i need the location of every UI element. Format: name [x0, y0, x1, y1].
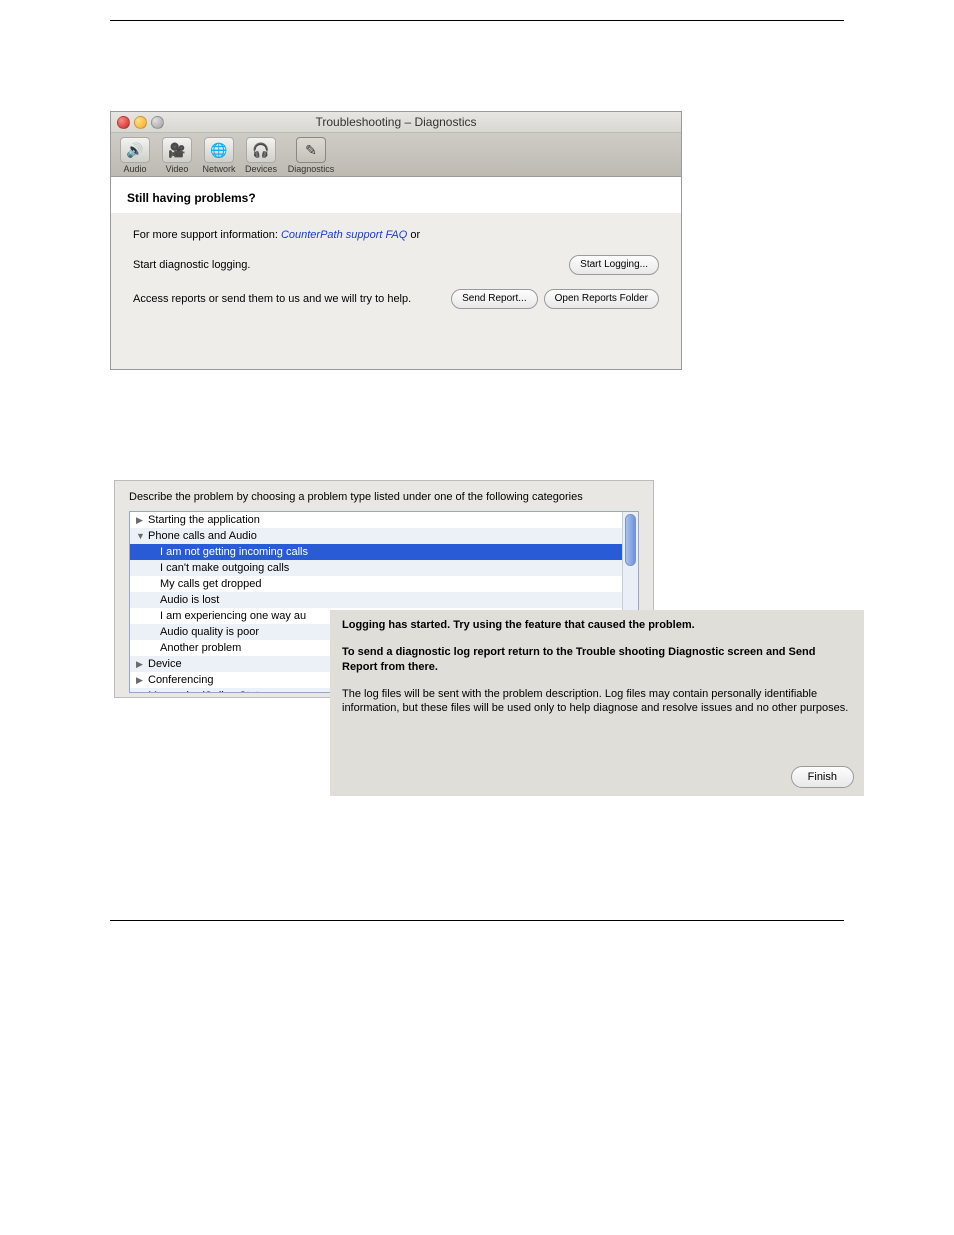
- tree-starting-label: Starting the application: [148, 512, 260, 528]
- send-report-button[interactable]: Send Report...: [451, 289, 537, 309]
- tab-network-label: Network: [199, 164, 239, 174]
- tree-starting-application[interactable]: ▶ Starting the application: [130, 512, 638, 528]
- start-logging-button[interactable]: Start Logging...: [569, 255, 659, 275]
- tree-item-calls-dropped[interactable]: My calls get dropped: [130, 576, 638, 592]
- support-line: For more support information: CounterPat…: [133, 229, 659, 241]
- logging-started-line2: To send a diagnostic log report return t…: [342, 645, 852, 675]
- network-icon: 🌐: [204, 137, 234, 163]
- tree-msg-label: Messaging/Online Status: [148, 688, 270, 693]
- tab-video[interactable]: 🎥 Video: [157, 137, 197, 174]
- tree-item-no-incoming-label: I am not getting incoming calls: [160, 544, 308, 560]
- diagnostics-icon: ✎: [296, 137, 326, 163]
- page-top-rule: [110, 20, 844, 21]
- tree-item-no-incoming[interactable]: I am not getting incoming calls: [130, 544, 638, 560]
- tree-device-label: Device: [148, 656, 182, 672]
- tab-devices-label: Devices: [241, 164, 281, 174]
- tree-item-no-outgoing[interactable]: I can't make outgoing calls: [130, 560, 638, 576]
- troubleshooting-window: Troubleshooting – Diagnostics 🔊 Audio 🎥 …: [110, 111, 682, 370]
- chevron-right-icon: ▶: [136, 656, 146, 672]
- tab-network[interactable]: 🌐 Network: [199, 137, 239, 174]
- tree-item-one-way-audio-label: I am experiencing one way au: [160, 608, 306, 624]
- tree-item-another-label: Another problem: [160, 640, 241, 656]
- tab-devices[interactable]: 🎧 Devices: [241, 137, 281, 174]
- tree-item-audio-lost[interactable]: Audio is lost: [130, 592, 638, 608]
- tree-phone-label: Phone calls and Audio: [148, 528, 257, 544]
- tab-video-label: Video: [157, 164, 197, 174]
- chevron-right-icon: ▶: [136, 672, 146, 688]
- zoom-icon[interactable]: [151, 116, 164, 129]
- close-icon[interactable]: [117, 116, 130, 129]
- tree-item-audio-quality-label: Audio quality is poor: [160, 624, 259, 640]
- chevron-down-icon: ▼: [136, 528, 146, 544]
- window-title: Troubleshooting – Diagnostics: [111, 115, 681, 129]
- tab-diagnostics-label: Diagnostics: [283, 164, 339, 174]
- logging-started-panel: Logging has started. Try using the featu…: [330, 610, 864, 796]
- popup-instruction: Describe the problem by choosing a probl…: [129, 491, 639, 503]
- devices-icon: 🎧: [246, 137, 276, 163]
- logging-started-line3: The log files will be sent with the prob…: [342, 687, 852, 717]
- tree-phone-calls-audio[interactable]: ▼ Phone calls and Audio: [130, 528, 638, 544]
- logging-label: Start diagnostic logging.: [133, 259, 569, 271]
- window-toolbar: 🔊 Audio 🎥 Video 🌐 Network 🎧 Devices ✎ Di…: [111, 133, 681, 177]
- finish-button[interactable]: Finish: [791, 766, 854, 788]
- chevron-right-icon: ▶: [136, 512, 146, 528]
- tab-diagnostics[interactable]: ✎ Diagnostics: [283, 137, 339, 174]
- window-titlebar: Troubleshooting – Diagnostics: [111, 112, 681, 133]
- reports-label: Access reports or send them to us and we…: [133, 293, 451, 305]
- minimize-icon[interactable]: [134, 116, 147, 129]
- tab-audio-label: Audio: [115, 164, 155, 174]
- video-icon: 🎥: [162, 137, 192, 163]
- support-prefix: For more support information:: [133, 229, 281, 241]
- chevron-right-icon: ▶: [136, 688, 146, 693]
- tab-audio[interactable]: 🔊 Audio: [115, 137, 155, 174]
- tree-item-no-outgoing-label: I can't make outgoing calls: [160, 560, 289, 576]
- page-bottom-rule: [110, 920, 844, 921]
- tree-item-calls-dropped-label: My calls get dropped: [160, 576, 262, 592]
- open-reports-folder-button[interactable]: Open Reports Folder: [544, 289, 659, 309]
- support-suffix: or: [410, 229, 420, 241]
- pane-heading: Still having problems?: [127, 191, 665, 205]
- tree-conf-label: Conferencing: [148, 672, 213, 688]
- logging-started-line1: Logging has started. Try using the featu…: [342, 618, 852, 633]
- faq-link[interactable]: CounterPath support FAQ: [281, 229, 407, 241]
- audio-icon: 🔊: [120, 137, 150, 163]
- tree-item-audio-lost-label: Audio is lost: [160, 592, 219, 608]
- scrollbar-thumb[interactable]: [625, 514, 636, 566]
